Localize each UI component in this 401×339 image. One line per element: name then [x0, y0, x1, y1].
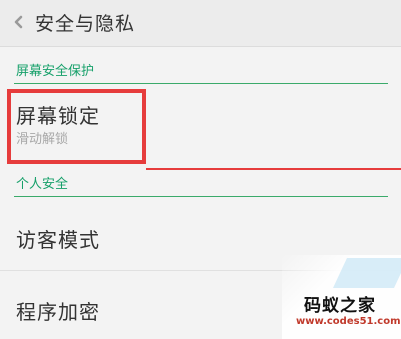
highlight-box — [7, 89, 146, 164]
watermark-url: www.codes51.com — [296, 316, 401, 327]
guest-mode-title: 访客模式 — [16, 228, 100, 252]
app-header: 安全与隐私 — [0, 0, 401, 47]
section-divider — [14, 196, 388, 197]
section-divider — [14, 83, 388, 84]
page-title: 安全与隐私 — [35, 13, 136, 35]
section-header-personal-security: 个人安全 — [16, 177, 69, 192]
chevron-left-icon — [14, 15, 23, 29]
highlight-line — [146, 168, 401, 170]
back-button[interactable] — [8, 10, 28, 34]
section-header-screen-security: 屏幕安全保护 — [16, 64, 95, 79]
watermark-logo-text: 码蚁之家 — [304, 296, 376, 316]
app-encryption-title: 程序加密 — [16, 300, 100, 324]
